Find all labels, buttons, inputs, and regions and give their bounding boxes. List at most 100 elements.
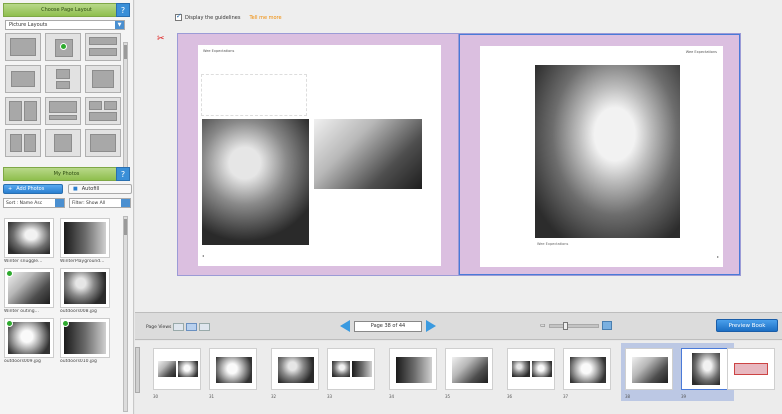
left-page-canvas: Wee Expectations ◂ [198, 45, 441, 266]
photo-slot-baby-laughing[interactable] [202, 119, 309, 245]
page-thumbnail-strip: 30 31 32 33 34 35 36 37 38 39 [135, 341, 782, 414]
photo-library-item[interactable]: WinterPlayground... [60, 218, 110, 264]
used-check-icon [6, 320, 13, 327]
layout-option[interactable] [45, 65, 81, 93]
photo-thumbnail[interactable] [60, 318, 110, 358]
page-thumbnail[interactable] [389, 348, 437, 390]
left-panel: Choose Page Layout ? Picture Layouts ▼ M… [0, 0, 134, 414]
photo-library-item[interactable]: outdoors009.jpg [4, 318, 54, 364]
photo-library-item[interactable]: Winter snuggle... [4, 218, 54, 264]
page-thumbnail[interactable] [445, 348, 493, 390]
page-number: 32 [271, 394, 277, 399]
previous-page-button[interactable] [340, 320, 350, 332]
page-navigator: Page 38 of 44 [340, 320, 436, 332]
zoom-out-icon[interactable]: ▭ [540, 322, 546, 329]
preview-book-button[interactable]: Preview Book [716, 319, 778, 332]
photo-library-item[interactable]: outdoors008.jpg [60, 268, 110, 314]
photo-library-item[interactable]: Winter outing... [4, 268, 54, 314]
layout-option[interactable] [85, 33, 121, 61]
photo-library: Winter snuggle... WinterPlayground... Wint… [4, 218, 116, 364]
photo-caption: outdoors010.jpg [60, 359, 97, 364]
photo-caption: WinterPlayground... [60, 259, 105, 264]
page-thumbnail[interactable] [153, 348, 201, 390]
layout-option[interactable] [85, 129, 121, 157]
layout-option[interactable] [85, 97, 121, 125]
bottom-toolbar: Page Views Page 38 of 44 ▭ Preview Book [135, 312, 782, 340]
page-number: 38 [625, 394, 631, 399]
filter-select[interactable]: Filter: Show All [69, 198, 131, 208]
layout-select-value: Picture Layouts [9, 22, 48, 28]
photo-thumbnail[interactable] [4, 218, 54, 258]
spread-thumbnail[interactable]: 30 31 [149, 343, 262, 401]
right-page[interactable]: Wee Expectations Wee Expectations ▸ [459, 34, 740, 275]
spread-thumbnail[interactable]: 38 39 [621, 343, 734, 401]
layout-option[interactable] [45, 33, 81, 61]
left-page[interactable]: Wee Expectations ◂ [178, 34, 459, 275]
layout-option[interactable] [45, 129, 81, 157]
photo-caption[interactable]: Wee Expectations [537, 242, 568, 246]
photo-image [8, 272, 50, 304]
photo-thumbnail[interactable] [60, 268, 110, 308]
page-views-control: Page Views [146, 323, 211, 331]
page-thumbnail[interactable] [209, 348, 257, 390]
photo-library-item[interactable]: outdoors010.jpg [60, 318, 110, 364]
layout-option[interactable] [5, 65, 41, 93]
photo-caption: Winter outing... [4, 309, 39, 314]
autofill-button[interactable]: ■ Autofill [68, 184, 132, 194]
photos-scrollbar[interactable] [123, 216, 128, 412]
spread-view-icon[interactable] [186, 323, 198, 331]
photo-thumbnail[interactable] [4, 268, 54, 308]
zoom-in-button[interactable] [601, 321, 612, 330]
page-thumbnail[interactable] [625, 348, 673, 390]
layout-type-select[interactable]: Picture Layouts ▼ [5, 20, 125, 30]
page-number: 39 [681, 394, 687, 399]
filter-select-value: Filter: Show All [72, 200, 106, 206]
layout-option[interactable] [5, 33, 41, 61]
add-photos-button[interactable]: + Add Photos [3, 184, 63, 194]
page-thumbnail[interactable] [681, 348, 729, 390]
help-icon[interactable]: ? [116, 3, 130, 17]
page-thumbnail[interactable] [271, 348, 319, 390]
next-page-button[interactable] [426, 320, 436, 332]
page-indicator[interactable]: Page 38 of 44 [354, 320, 422, 332]
strip-scroll-left[interactable] [135, 347, 140, 393]
plus-icon: + [8, 186, 13, 192]
page-bottom-marker: ◂ [202, 253, 205, 258]
zoom-slider-knob[interactable] [563, 321, 569, 330]
page-thumbnail[interactable] [563, 348, 611, 390]
grid-view-icon[interactable] [199, 323, 211, 331]
photo-thumbnail[interactable] [60, 218, 110, 258]
photo-slot-baby-portrait[interactable] [535, 65, 680, 238]
page-views-label: Page Views [146, 324, 172, 330]
photo-image [64, 322, 106, 354]
layout-option[interactable] [5, 97, 41, 125]
page-thumbnail[interactable] [507, 348, 555, 390]
photo-slot-baby-lying[interactable] [314, 119, 422, 189]
page-thumbnail[interactable] [327, 348, 375, 390]
sort-select[interactable]: Sort : Name Asc [3, 198, 65, 208]
used-check-icon [6, 270, 13, 277]
layout-option[interactable] [85, 65, 121, 93]
empty-text-frame[interactable] [201, 74, 307, 116]
zoom-slider[interactable] [548, 321, 599, 330]
layout-option[interactable] [5, 129, 41, 157]
guidelines-checkbox[interactable] [175, 12, 182, 21]
photo-caption: outdoors008.jpg [60, 309, 97, 314]
tell-me-more-link[interactable]: Tell me more [249, 15, 281, 21]
page-number: 37 [563, 394, 569, 399]
page-thumbnail[interactable] [727, 348, 775, 390]
guideline-toggle: Display the guidelines Tell me more [175, 12, 282, 21]
layouts-panel-header: Choose Page Layout ? [3, 3, 130, 17]
spread-thumbnail[interactable]: 34 35 [385, 343, 498, 401]
help-icon[interactable]: ? [116, 167, 130, 181]
photo-caption: outdoors009.jpg [4, 359, 41, 364]
layouts-scrollbar[interactable] [123, 42, 128, 168]
single-page-view-icon[interactable] [173, 323, 185, 331]
add-photos-label: Add Photos [16, 186, 45, 192]
scissors-icon: ✂ [157, 34, 165, 44]
photo-thumbnail[interactable] [4, 318, 54, 358]
book-spread: Wee Expectations ◂ Wee Expectations Wee … [177, 33, 741, 276]
spread-thumbnail[interactable]: 36 37 [503, 343, 616, 401]
layout-option[interactable] [45, 97, 81, 125]
spread-thumbnail[interactable]: 32 33 [267, 343, 380, 401]
